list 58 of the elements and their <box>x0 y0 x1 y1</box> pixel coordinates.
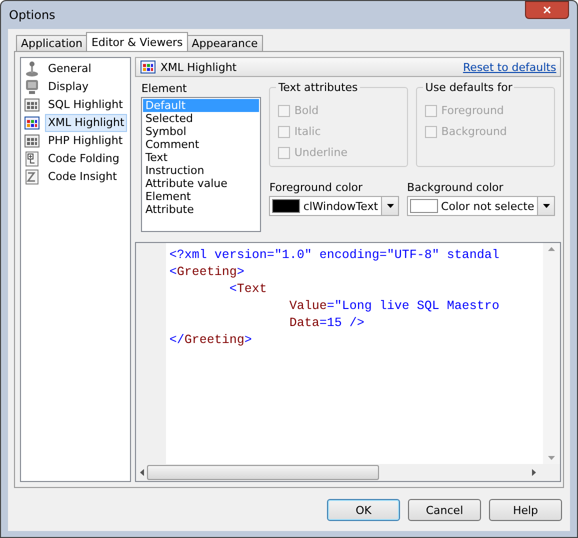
list-item[interactable]: Symbol <box>143 125 260 138</box>
window-title: Options <box>9 8 56 22</box>
tab[interactable]: Editor & Viewers <box>86 32 188 51</box>
element-label: Element <box>141 81 188 97</box>
checkbox-label: Italic <box>294 125 321 138</box>
vertical-scrollbar[interactable] <box>543 243 560 464</box>
checkbox-label: Background <box>441 125 507 138</box>
color-grid-icon <box>24 115 40 131</box>
list-item[interactable]: Selected <box>143 112 260 125</box>
color-dropdown[interactable]: Color not selecte <box>407 196 556 216</box>
color-label: Background color <box>407 181 504 194</box>
reset-link[interactable]: Reset to defaults <box>463 60 556 74</box>
color-grid-icon <box>140 59 156 75</box>
tab[interactable]: Application <box>16 35 88 51</box>
tab[interactable]: Appearance <box>186 35 263 51</box>
list-item[interactable]: Instruction <box>143 164 260 177</box>
color-dropdown[interactable]: clWindowText <box>269 196 400 216</box>
monitor-icon <box>24 79 40 95</box>
dialog-button[interactable]: OK <box>327 499 400 521</box>
checkbox-label: Bold <box>294 104 319 117</box>
sidebar-item[interactable]: PHP Highlight <box>45 132 128 150</box>
code-line: Data=15 /> <box>288 315 366 332</box>
sidebar-item[interactable]: General <box>45 60 128 78</box>
code-line: <?xml version="1.0" encoding="UTF-8" standal <box>169 247 500 264</box>
sidebar-item[interactable]: Code Insight <box>45 168 128 186</box>
code-line: Value="Long live SQL Maestro <box>288 298 500 315</box>
joystick-icon <box>24 61 40 77</box>
list-item[interactable]: Attribute <box>143 203 260 216</box>
insight-icon <box>24 169 40 185</box>
list-item[interactable]: Attribute value <box>143 177 260 190</box>
close-button[interactable]: ✕ <box>525 1 569 19</box>
checkbox-label: Underline <box>294 146 348 159</box>
sidebar-item[interactable]: SQL Highlight <box>45 96 128 114</box>
checkbox-label: Foreground <box>441 104 504 117</box>
list-item[interactable]: Text <box>143 151 260 164</box>
group-title: Use defaults for <box>423 81 514 94</box>
code-editor[interactable]: <?xml version="1.0" encoding="UTF-8" standal <Greeting> <Text Value="Long live SQL Maestro Data=15 /> </Greeting> <box>135 242 562 482</box>
sidebar-item[interactable]: XML Highlight <box>45 114 128 132</box>
sidebar-item[interactable]: Code Folding <box>45 150 128 168</box>
list-item[interactable]: Comment <box>143 138 260 151</box>
scroll-down-arrow-icon[interactable] <box>548 456 556 460</box>
grid-icon <box>24 97 40 113</box>
group-title: Text attributes <box>276 81 360 94</box>
grid-icon <box>24 133 40 149</box>
scroll-right-arrow-icon[interactable] <box>532 469 536 476</box>
code-line: <Greeting> <box>169 264 246 281</box>
scroll-left-arrow-icon[interactable] <box>140 469 144 476</box>
dialog-button[interactable]: Help <box>489 499 562 521</box>
section-title: XML Highlight <box>160 60 238 74</box>
sidebar-item[interactable]: Display <box>45 78 128 96</box>
scroll-up-arrow-icon[interactable] <box>548 247 556 251</box>
color-label: Foreground color <box>269 181 364 194</box>
list-item[interactable]: Element <box>143 190 260 203</box>
code-line: <Text <box>228 281 268 298</box>
horizontal-scrollbar[interactable] <box>136 464 560 481</box>
dialog-button[interactable]: Cancel <box>408 499 481 521</box>
code-line: </Greeting> <box>169 332 253 349</box>
folding-icon <box>24 151 40 167</box>
